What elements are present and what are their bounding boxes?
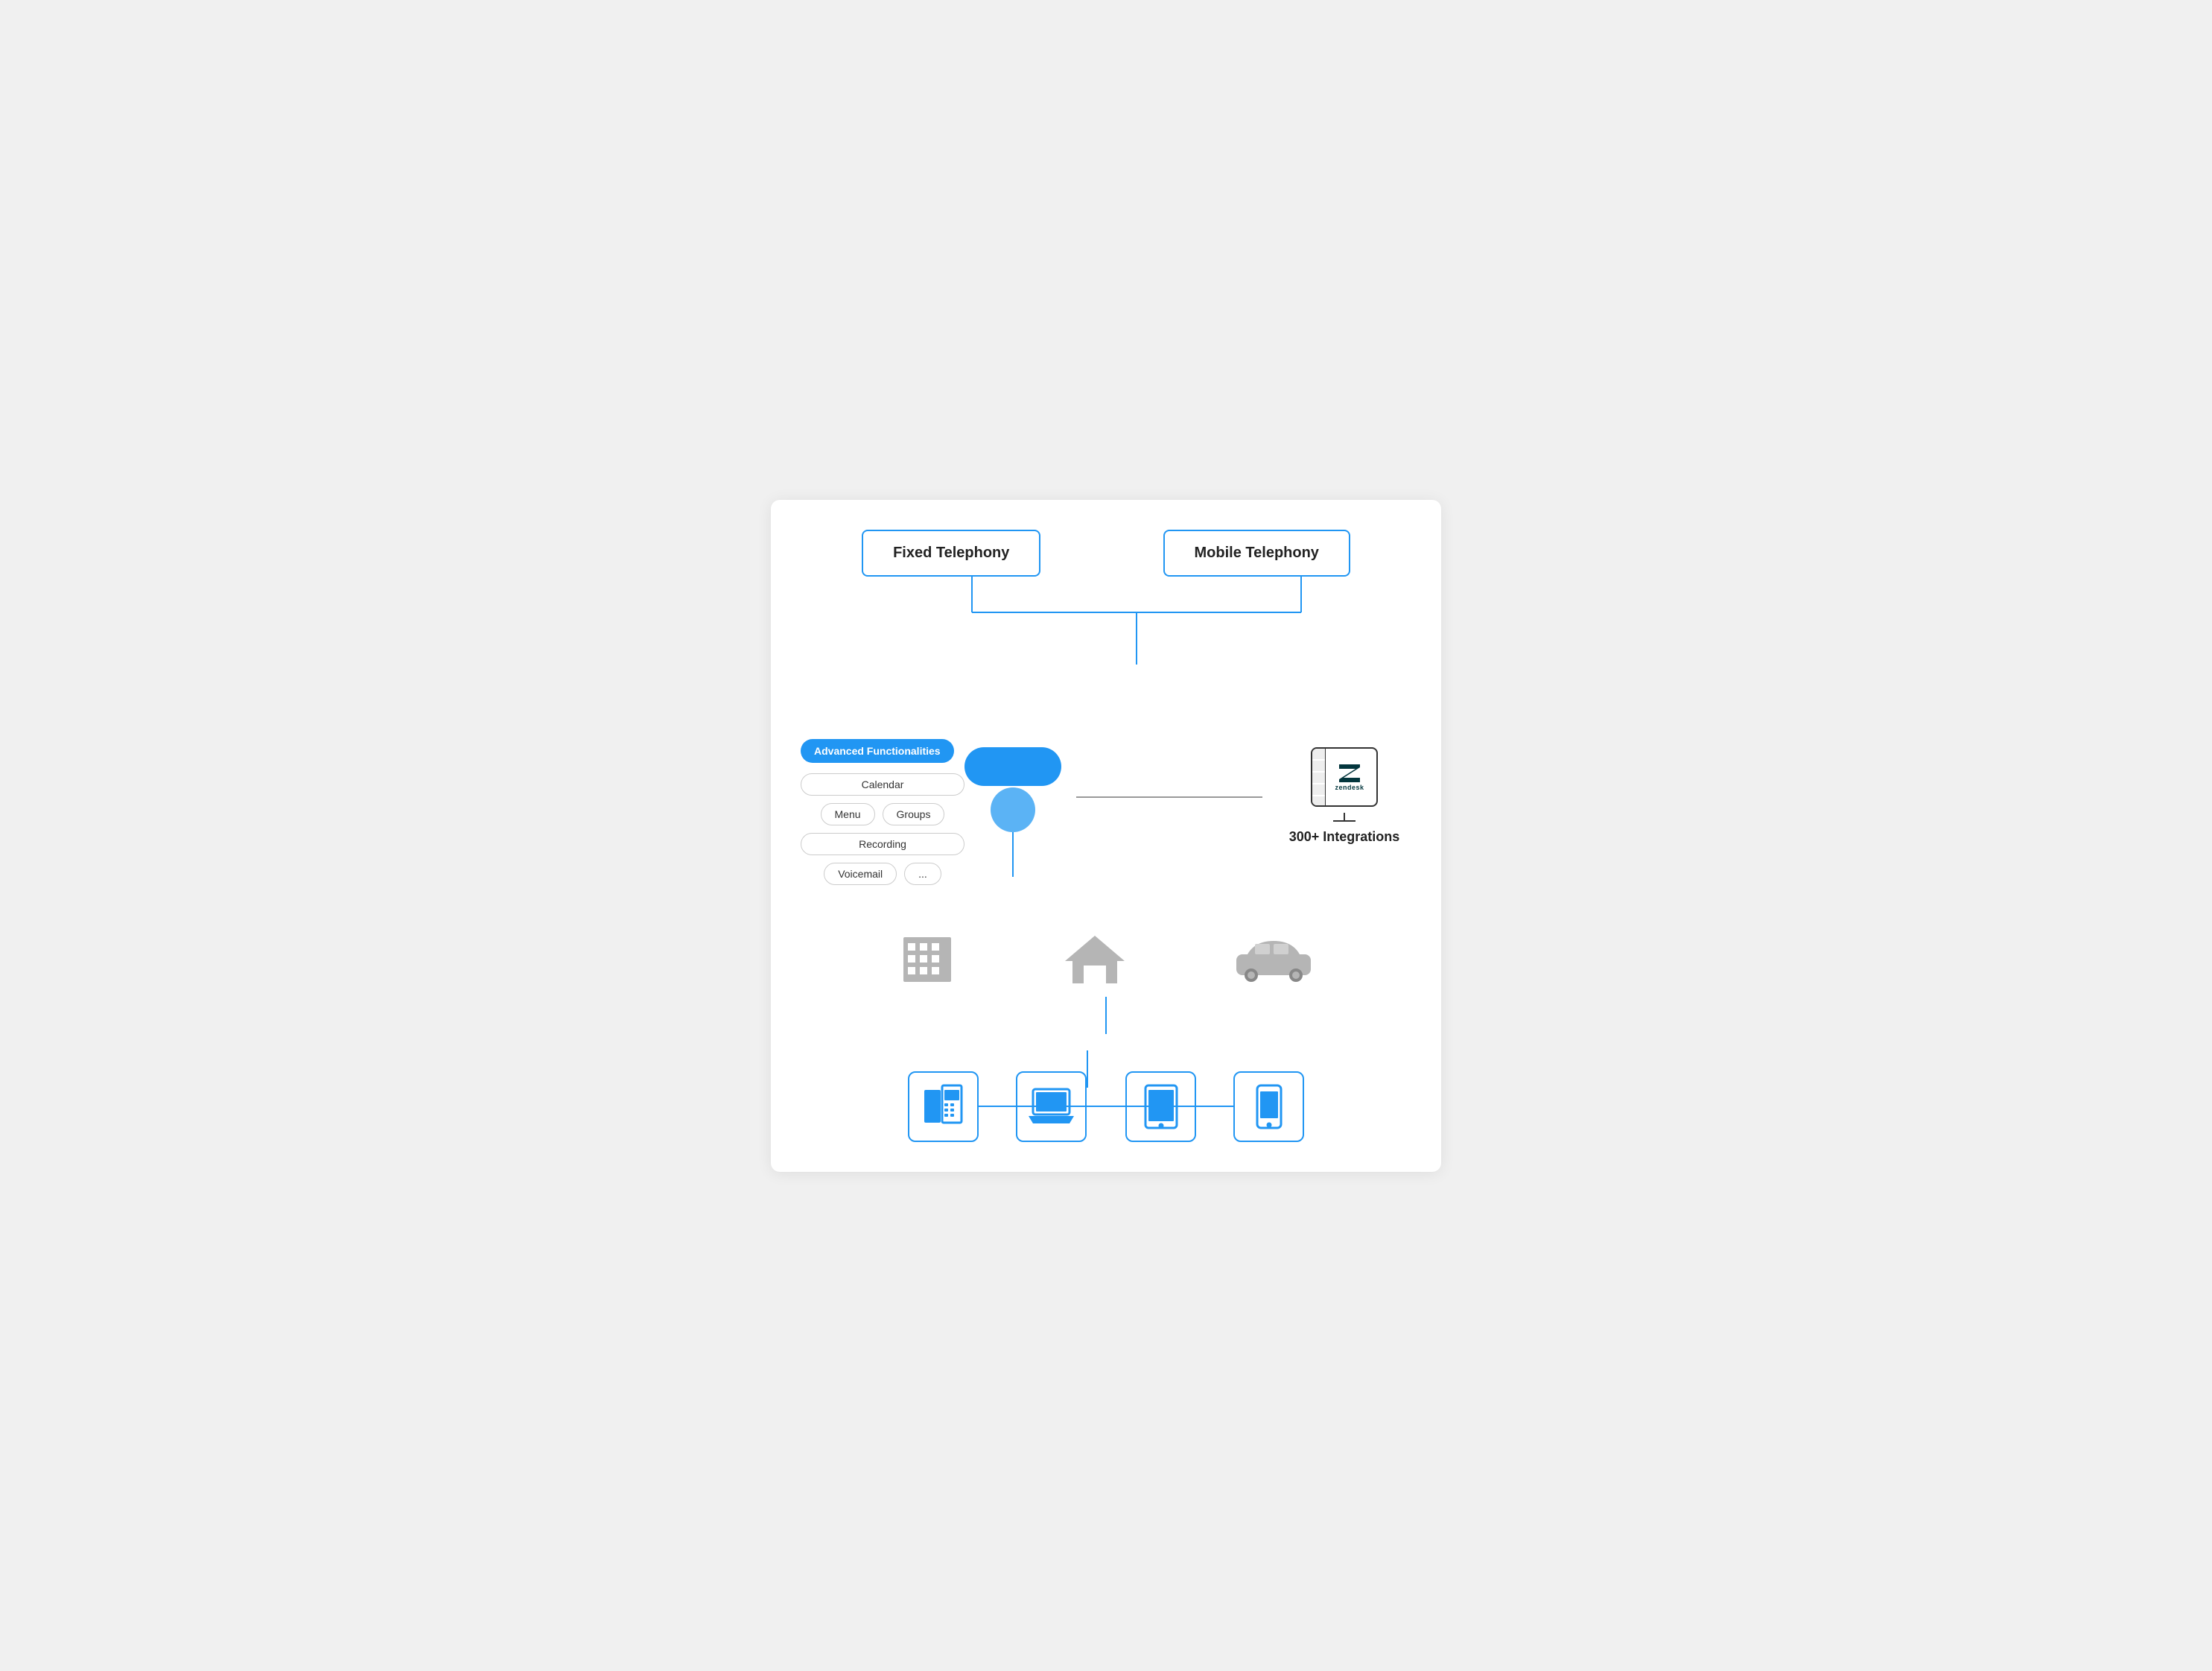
location-section: [801, 930, 1411, 989]
zendesk-logo-area: zendesk: [1335, 763, 1364, 791]
zendesk-z-icon: [1336, 763, 1363, 784]
location-building: [897, 930, 957, 989]
adv-row-3: Recording: [801, 833, 964, 855]
integration-area: zendesk 300+ Integrations: [1061, 747, 1411, 846]
car-icon: [1233, 933, 1315, 986]
chip-menu: Menu: [821, 803, 875, 825]
advanced-functionalities-panel: Advanced Functionalities Calendar Menu G…: [801, 739, 964, 885]
device-h-line: [1009, 1106, 1203, 1107]
zendesk-grid: [1312, 749, 1326, 805]
mobile-telephony-box: Mobile Telephony: [1163, 530, 1350, 577]
zendesk-text: zendesk: [1335, 784, 1364, 791]
deskphone-icon: [923, 1084, 964, 1129]
building-icon: [897, 930, 957, 989]
adv-row-2: Menu Groups: [801, 803, 964, 825]
center-vline-down: [1012, 832, 1014, 877]
device-section: [801, 1071, 1411, 1142]
adv-row-1: Calendar: [801, 773, 964, 796]
device-mobile-box: [1233, 1071, 1304, 1142]
center-node: [964, 747, 1061, 877]
monitor-stand: [1333, 813, 1356, 822]
h-connector-line: [1076, 796, 1262, 798]
chip-voicemail: Voicemail: [824, 863, 897, 885]
top-section: Fixed Telephony Mobile Telephony: [801, 530, 1411, 577]
diagram-container: Fixed Telephony Mobile Telephony Advance…: [771, 500, 1441, 1172]
zendesk-icon-box: zendesk: [1311, 747, 1378, 807]
mobile-telephony-label: Mobile Telephony: [1195, 545, 1319, 561]
adv-row-4: Voicemail ...: [801, 863, 964, 885]
fixed-telephony-label: Fixed Telephony: [893, 545, 1009, 561]
mobile-icon: [1254, 1082, 1284, 1131]
device-deskphone-box: [908, 1071, 979, 1142]
chip-recording: Recording: [801, 833, 964, 855]
integration-box: zendesk 300+ Integrations: [1277, 747, 1411, 846]
middle-section: Advanced Functionalities Calendar Menu G…: [801, 739, 1411, 885]
integration-label: 300+ Integrations: [1289, 828, 1400, 846]
chip-groups: Groups: [883, 803, 945, 825]
advanced-functionalities-badge: Advanced Functionalities: [801, 739, 954, 763]
center-to-device-vline: [801, 997, 1411, 1034]
chip-more: ...: [904, 863, 941, 885]
home-icon: [1061, 930, 1128, 989]
location-car: [1233, 933, 1315, 986]
pill-node: [964, 747, 1061, 786]
fixed-telephony-box: Fixed Telephony: [862, 530, 1040, 577]
top-connector-svg: [801, 575, 1411, 665]
circle-node: [991, 787, 1035, 832]
location-home: [1061, 930, 1128, 989]
chip-calendar: Calendar: [801, 773, 964, 796]
